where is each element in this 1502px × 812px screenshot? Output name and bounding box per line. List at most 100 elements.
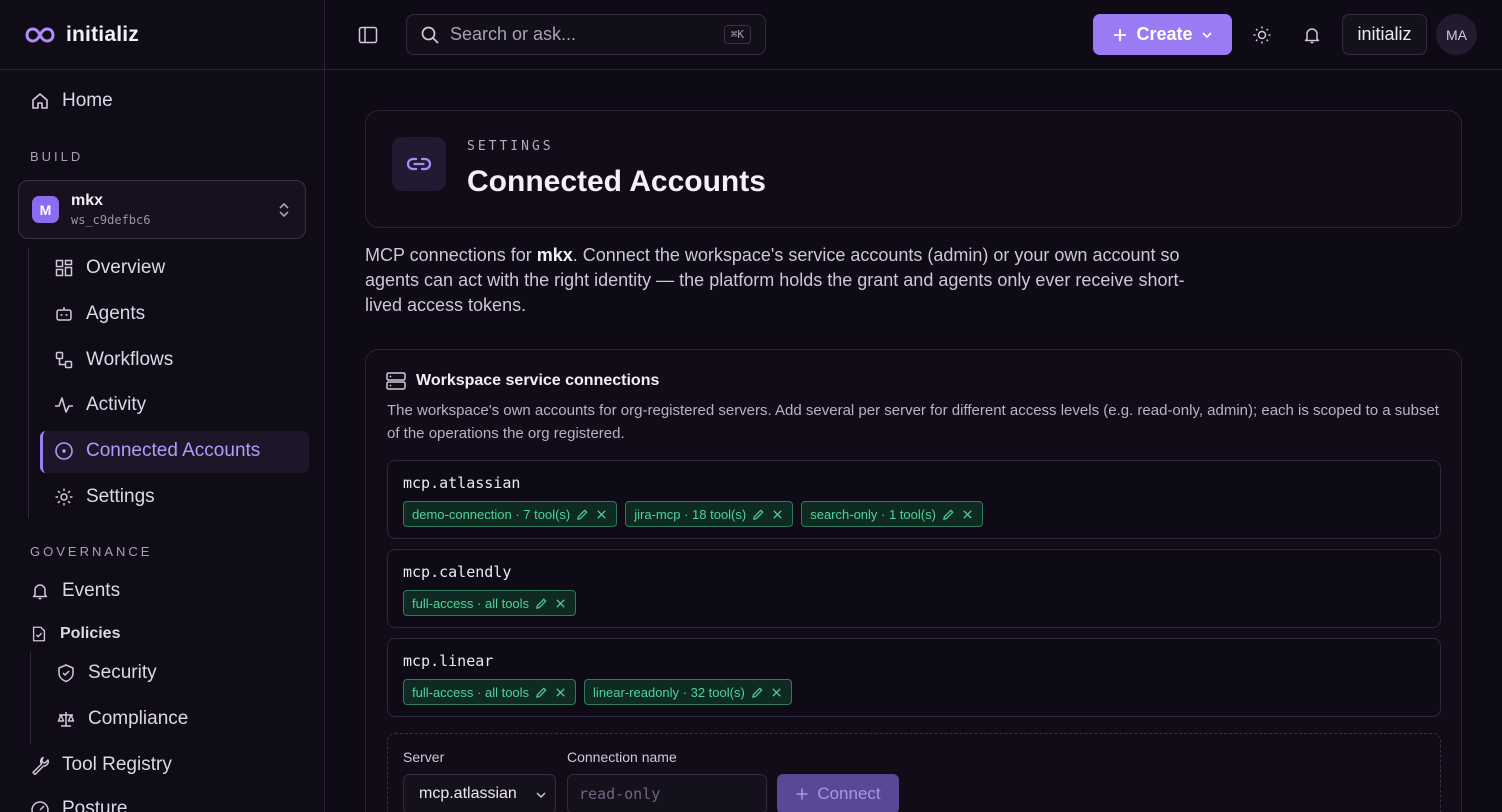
pencil-icon[interactable] <box>576 508 589 521</box>
close-icon[interactable] <box>770 686 783 699</box>
workspace-name: mkx <box>71 192 104 209</box>
sidebar-item-activity[interactable]: Activity <box>54 394 146 416</box>
target-circle-icon <box>55 442 73 460</box>
connection-chips: full-access · all tools linear-readonly … <box>403 679 792 705</box>
search-icon <box>421 26 439 44</box>
sidebar-item-overview[interactable]: Overview <box>54 257 165 279</box>
server-row-linear: mcp.linear full-access · all tools linea… <box>387 638 1441 717</box>
connection-chips: demo-connection · 7 tool(s) jira-mcp · 1… <box>403 501 983 527</box>
page-header: SETTINGS Connected Accounts <box>365 110 1462 228</box>
connection-chip: full-access · all tools <box>403 590 577 616</box>
activity-icon <box>55 397 73 413</box>
workspace-switcher[interactable]: M mkx ws_c9defbc6 <box>18 180 306 239</box>
sidebar-item-label: Home <box>62 90 113 111</box>
server-field-label: Server <box>403 749 445 765</box>
section-label-governance: GOVERNANCE <box>30 544 153 559</box>
add-connection-form: Server Connection name mcp.atlassian rea… <box>387 733 1441 812</box>
service-connections-card: Workspace service connections The worksp… <box>365 349 1462 812</box>
close-icon[interactable] <box>554 686 567 699</box>
plus-icon <box>1114 28 1127 41</box>
sidebar-item-label: Compliance <box>88 708 189 729</box>
service-connections-description: The workspace's own accounts for org-reg… <box>387 402 1439 442</box>
tree-line <box>28 248 29 518</box>
toggle-sidebar-button[interactable] <box>356 24 380 46</box>
connection-chip-label: search-only · 1 tool(s) <box>810 506 936 522</box>
close-icon[interactable] <box>771 508 784 521</box>
sidebar-item-tool-registry[interactable]: Tool Registry <box>30 754 172 776</box>
sidebar-item-workflows[interactable]: Workflows <box>54 349 173 371</box>
server-name: mcp.atlassian <box>403 474 521 492</box>
sidebar-toggle-icon <box>358 26 378 44</box>
gear-icon <box>55 488 73 506</box>
connection-chip-label: full-access · all tools <box>412 595 530 611</box>
connection-chip: demo-connection · 7 tool(s) <box>403 501 618 527</box>
chevron-down-icon <box>1201 31 1212 38</box>
server-select[interactable]: mcp.atlassian <box>403 774 556 812</box>
pencil-icon[interactable] <box>942 508 955 521</box>
connection-chip-label: linear-readonly · 32 tool(s) <box>593 684 745 700</box>
connection-chip-label: jira-mcp · 18 tool(s) <box>634 506 747 522</box>
search-input[interactable]: Search or ask... ⌘K <box>406 14 766 55</box>
connection-chip: full-access · all tools <box>403 679 577 705</box>
theme-toggle-button[interactable] <box>1250 24 1274 46</box>
close-icon[interactable] <box>961 508 974 521</box>
sidebar-item-label: Workflows <box>86 349 174 370</box>
link-icon <box>406 157 432 171</box>
sidebar-item-security[interactable]: Security <box>56 662 157 684</box>
close-icon[interactable] <box>595 508 608 521</box>
sidebar-item-label: Posture <box>62 798 128 812</box>
pencil-icon[interactable] <box>752 508 765 521</box>
robot-icon <box>56 307 72 321</box>
home-icon <box>32 93 48 109</box>
connect-button[interactable]: Connect <box>777 774 899 812</box>
sidebar-item-settings[interactable]: Settings <box>54 486 155 508</box>
connection-chip-label: demo-connection · 7 tool(s) <box>412 506 571 522</box>
intro-prefix: MCP connections for <box>365 245 537 265</box>
sidebar-item-home[interactable]: Home <box>30 90 113 112</box>
pencil-icon[interactable] <box>535 597 548 610</box>
document-icon <box>32 626 46 642</box>
server-row-calendly: mcp.calendly full-access · all tools <box>387 549 1441 628</box>
connection-name-input[interactable]: read-only <box>567 774 767 812</box>
infinity-logo-icon <box>25 26 55 43</box>
sidebar-item-compliance[interactable]: Compliance <box>56 708 188 730</box>
workflow-icon <box>55 351 73 369</box>
page-title: Connected Accounts <box>467 165 766 198</box>
create-button[interactable]: Create <box>1093 14 1232 55</box>
sidebar-item-policies[interactable]: Policies <box>30 625 120 643</box>
connection-chip: linear-readonly · 32 tool(s) <box>584 679 792 705</box>
close-icon[interactable] <box>554 597 567 610</box>
sidebar-item-posture[interactable]: Posture <box>30 798 127 812</box>
server-name: mcp.linear <box>403 652 494 670</box>
sidebar-item-label: Connected Accounts <box>86 440 261 461</box>
sidebar-item-label: Overview <box>86 257 166 278</box>
sidebar-item-label: Policies <box>60 625 121 642</box>
workspace-id: ws_c9defbc6 <box>71 213 151 227</box>
pencil-icon[interactable] <box>535 686 548 699</box>
server-name: mcp.calendly <box>403 563 512 581</box>
sidebar-item-agents[interactable]: Agents <box>54 303 145 325</box>
page-eyebrow: SETTINGS <box>467 139 554 154</box>
gauge-icon <box>31 801 49 812</box>
wrench-icon <box>32 756 50 775</box>
connection-chip: jira-mcp · 18 tool(s) <box>625 501 794 527</box>
user-avatar[interactable]: MA <box>1436 14 1477 55</box>
connection-chip-label: full-access · all tools <box>412 684 530 700</box>
search-shortcut-badge: ⌘K <box>723 25 751 44</box>
chevron-down-icon <box>536 792 546 799</box>
notifications-button[interactable] <box>1300 24 1324 46</box>
bell-icon <box>1304 28 1320 44</box>
chevron-up-down-icon <box>279 202 289 218</box>
pencil-icon[interactable] <box>751 686 764 699</box>
brand[interactable]: initializ <box>0 0 324 70</box>
connection-chips: full-access · all tools <box>403 590 577 616</box>
page-intro: MCP connections for mkx. Connect the wor… <box>365 243 1205 318</box>
sidebar-item-events[interactable]: Events <box>30 580 120 602</box>
tree-line <box>30 652 31 744</box>
org-switcher-button[interactable]: initializ <box>1342 14 1427 55</box>
sidebar-item-label: Tool Registry <box>62 754 172 775</box>
create-label: Create <box>1136 24 1193 44</box>
sidebar-item-connected-accounts[interactable]: Connected Accounts <box>54 440 260 462</box>
sidebar-item-label: Settings <box>86 486 155 507</box>
server-select-value: mcp.atlassian <box>419 785 517 802</box>
